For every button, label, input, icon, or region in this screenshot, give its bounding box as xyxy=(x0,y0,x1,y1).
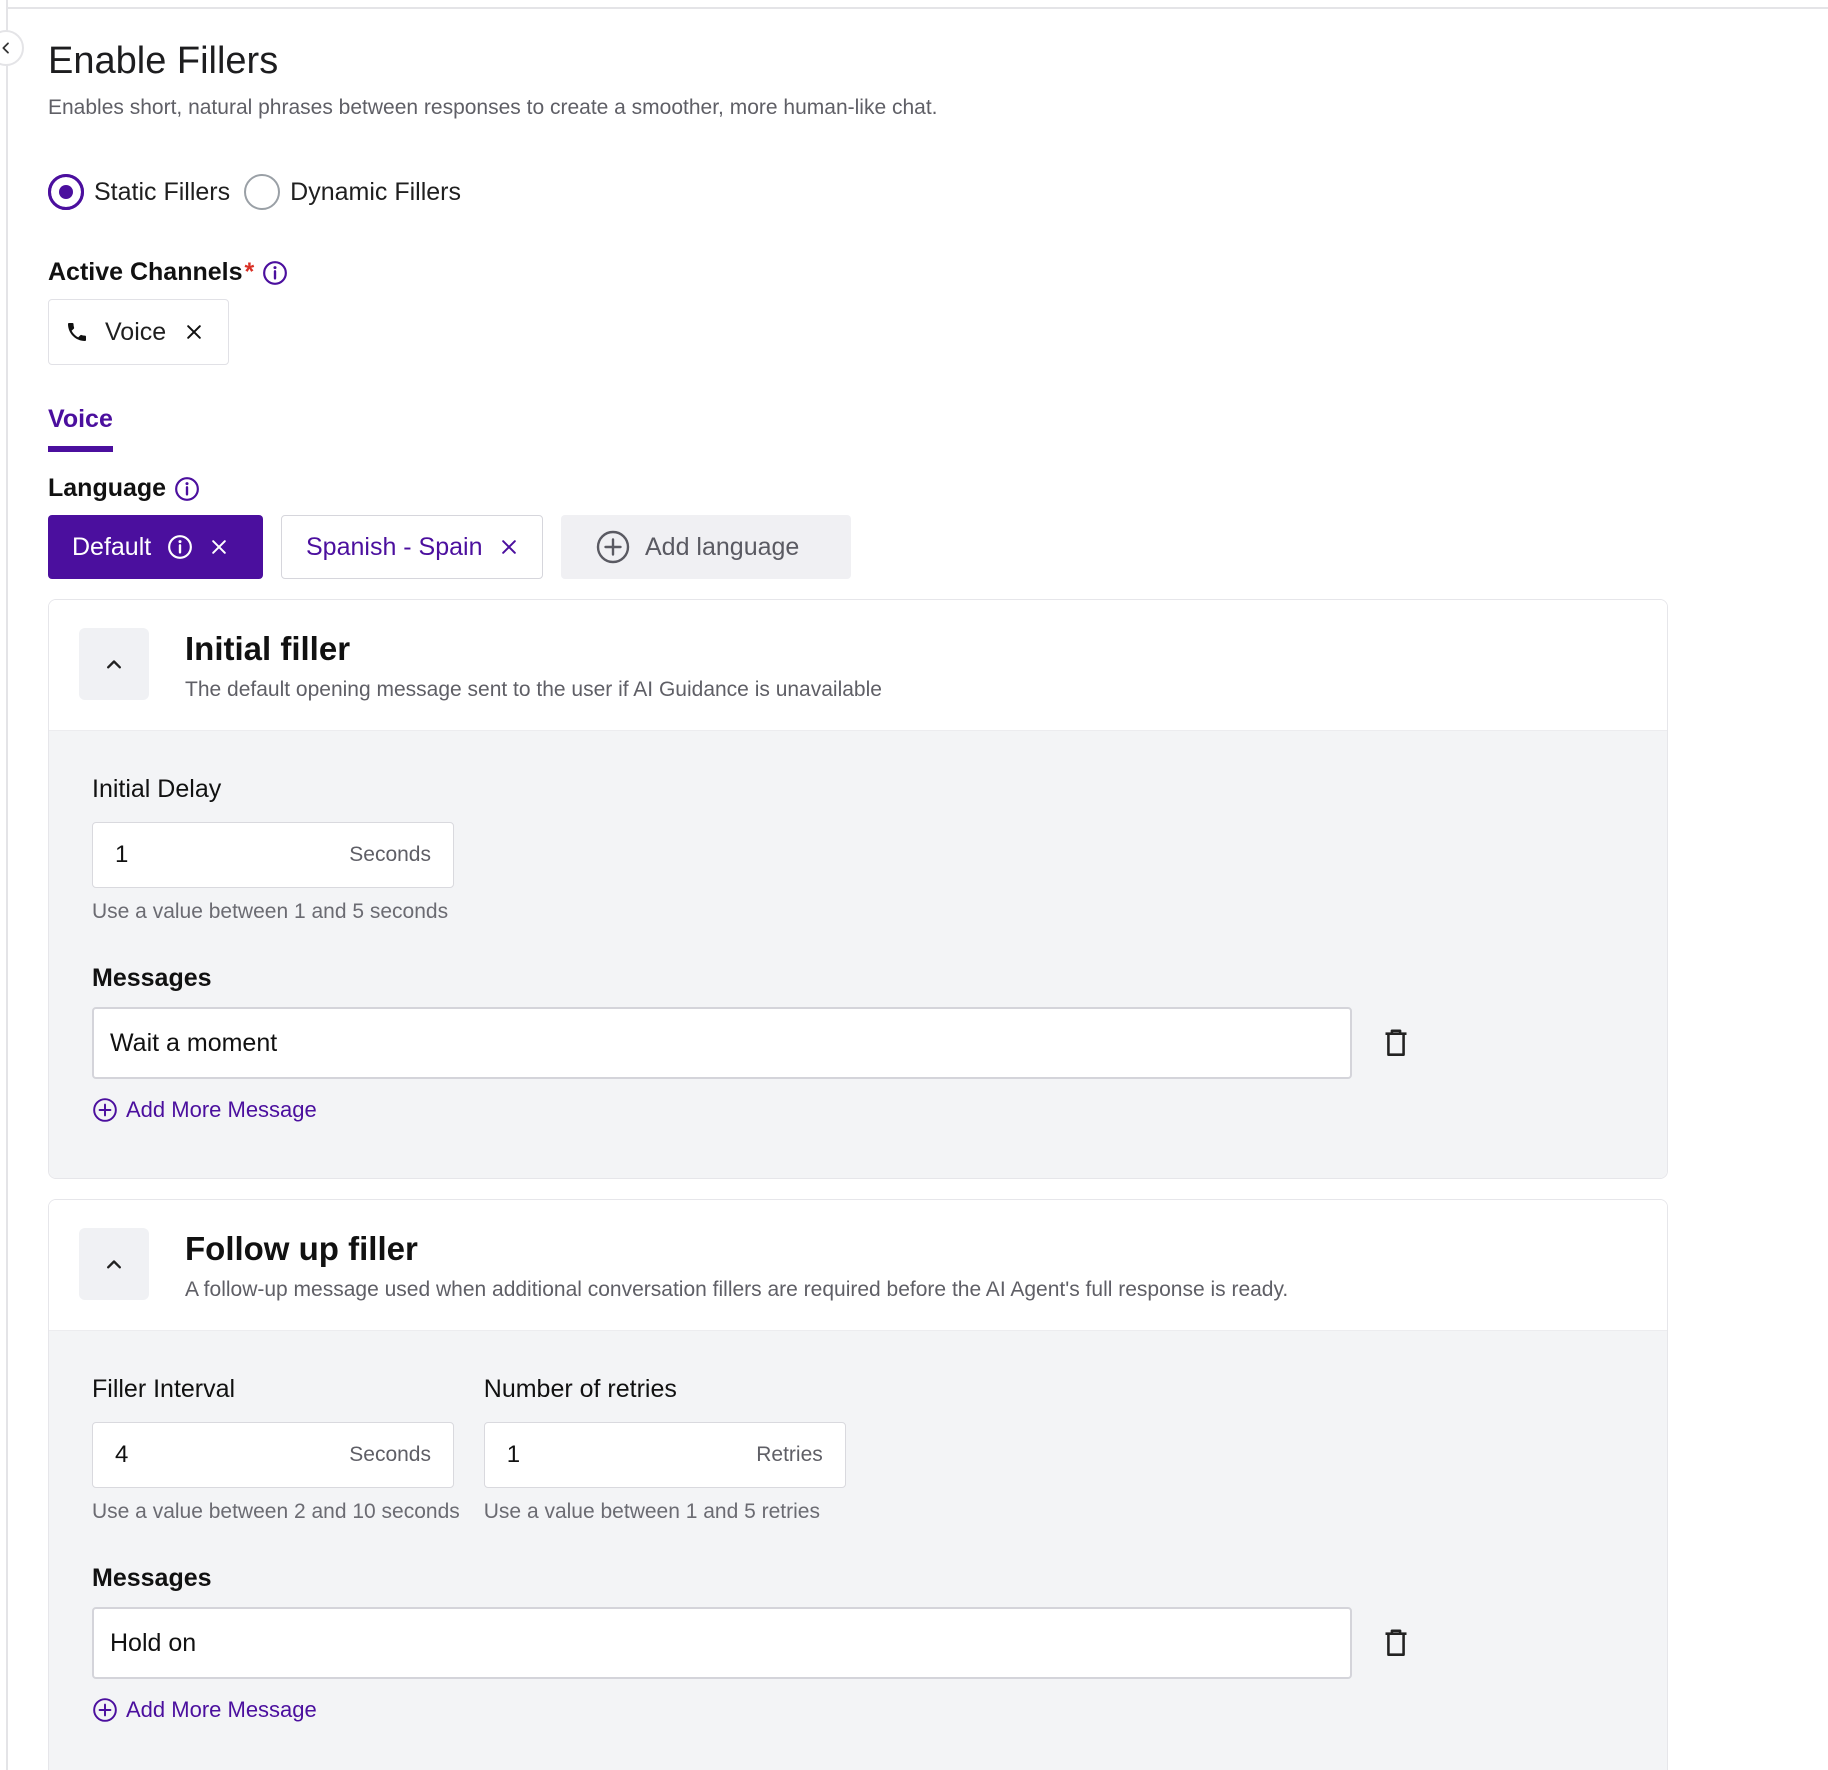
initial-filler-collapse-button[interactable] xyxy=(79,628,149,700)
trash-icon[interactable] xyxy=(1382,1627,1410,1659)
page-title: Enable Fillers xyxy=(48,40,279,82)
filler-interval-label: Filler Interval xyxy=(92,1375,236,1403)
add-language-label: Add language xyxy=(645,532,800,561)
initial-delay-value[interactable]: 1 xyxy=(115,841,128,869)
filler-interval-value[interactable]: 4 xyxy=(115,1441,128,1469)
retries-unit: Retries xyxy=(756,1443,823,1466)
initial-filler-header: Initial filler The default opening messa… xyxy=(49,600,1667,731)
follow-up-messages-label: Messages xyxy=(92,1564,212,1592)
phone-icon xyxy=(68,323,86,341)
follow-up-add-more-message-button[interactable]: Add More Message xyxy=(92,1697,317,1723)
language-chip-label: Spanish - Spain xyxy=(306,532,483,561)
channel-tabs: Voice xyxy=(48,405,113,452)
initial-filler-description: The default opening message sent to the … xyxy=(185,678,882,701)
follow-up-filler-card: Follow up filler A follow-up message use… xyxy=(48,1199,1668,1770)
initial-delay-hint: Use a value between 1 and 5 seconds xyxy=(92,900,449,923)
initial-filler-body: Initial Delay 1 Seconds Use a value betw… xyxy=(49,731,1667,1178)
info-icon[interactable] xyxy=(262,260,288,286)
language-chip-row: Default Spanish - Spain Add language xyxy=(48,515,1668,579)
close-icon[interactable] xyxy=(209,537,229,557)
add-circle-icon xyxy=(596,530,630,564)
radio-label-static: Static Fillers xyxy=(94,177,231,206)
language-label: Language xyxy=(48,474,1668,503)
required-mark: * xyxy=(244,258,255,286)
add-more-message-label: Add More Message xyxy=(126,1697,317,1722)
radio-label-dynamic: Dynamic Fillers xyxy=(290,177,461,206)
add-circle-icon xyxy=(93,1098,117,1122)
trash-icon[interactable] xyxy=(1382,1027,1410,1059)
initial-filler-title: Initial filler xyxy=(185,630,351,667)
follow-up-filler-description: A follow-up message used when additional… xyxy=(185,1278,1289,1301)
initial-delay-unit: Seconds xyxy=(349,843,431,866)
close-icon[interactable] xyxy=(499,537,519,557)
follow-up-filler-collapse-button[interactable] xyxy=(79,1228,149,1300)
collapse-panel-button[interactable] xyxy=(0,30,24,66)
retries-label: Number of retries xyxy=(483,1375,677,1403)
radio-static-fillers[interactable]: Static Fillers xyxy=(48,174,230,210)
close-icon[interactable] xyxy=(184,322,204,342)
initial-delay-input[interactable]: 1 Seconds xyxy=(92,822,454,888)
left-divider xyxy=(6,0,8,1770)
add-circle-icon xyxy=(93,1698,117,1722)
follow-up-message-input[interactable]: Hold on xyxy=(92,1607,1352,1679)
follow-up-message-row: Hold on xyxy=(92,1607,1624,1679)
follow-up-filler-body: Filler Interval 4 Seconds Use a value be… xyxy=(49,1331,1667,1770)
chevron-up-icon xyxy=(107,1260,121,1269)
language-chip-spanish-spain[interactable]: Spanish - Spain xyxy=(281,515,543,579)
initial-filler-card: Initial filler The default opening messa… xyxy=(48,599,1668,1179)
radio-dynamic-fillers[interactable]: Dynamic Fillers xyxy=(244,174,461,210)
filler-interval-unit: Seconds xyxy=(349,1443,431,1466)
add-more-message-label: Add More Message xyxy=(126,1097,317,1122)
filler-interval-input[interactable]: 4 Seconds xyxy=(92,1422,454,1488)
retries-hint: Use a value between 1 and 5 retries xyxy=(483,1500,820,1523)
follow-up-filler-title: Follow up filler xyxy=(185,1230,418,1267)
chevron-up-icon xyxy=(107,660,121,669)
channel-chip-label: Voice xyxy=(105,317,167,346)
language-chip-label: Default xyxy=(72,532,152,561)
add-language-button[interactable]: Add language xyxy=(561,515,851,579)
language-chip-default[interactable]: Default xyxy=(48,515,263,579)
page-subtitle: Enables short, natural phrases between r… xyxy=(48,96,938,119)
initial-message-input[interactable]: Wait a moment xyxy=(92,1007,1352,1079)
active-channels-label: Active Channels * xyxy=(48,258,1668,287)
follow-up-filler-header: Follow up filler A follow-up message use… xyxy=(49,1200,1667,1331)
active-channels-label-text: Active Channels xyxy=(48,258,243,286)
initial-messages-label: Messages xyxy=(92,964,212,992)
language-label-text: Language xyxy=(48,474,167,502)
retries-value[interactable]: 1 xyxy=(507,1441,520,1469)
channel-chip-voice[interactable]: Voice xyxy=(48,299,230,365)
initial-delay-label: Initial Delay xyxy=(92,775,222,803)
top-divider xyxy=(6,7,1828,9)
radio-checked-indicator[interactable] xyxy=(48,174,84,210)
tab-voice[interactable]: Voice xyxy=(48,405,113,452)
filler-type-radio-group: Static Fillers Dynamic Fillers xyxy=(48,170,1668,214)
initial-message-row: Wait a moment xyxy=(92,1007,1624,1079)
retries-input[interactable]: 1 Retries xyxy=(483,1422,846,1488)
fillers-settings-page: Enable Fillers Enables short, natural ph… xyxy=(48,36,1668,1770)
chevron-left-icon xyxy=(2,42,9,54)
filler-interval-hint: Use a value between 2 and 10 seconds xyxy=(92,1500,460,1523)
radio-unchecked-indicator[interactable] xyxy=(244,174,281,210)
info-icon[interactable] xyxy=(174,476,200,502)
info-icon[interactable] xyxy=(167,534,193,560)
initial-add-more-message-button[interactable]: Add More Message xyxy=(92,1097,317,1123)
